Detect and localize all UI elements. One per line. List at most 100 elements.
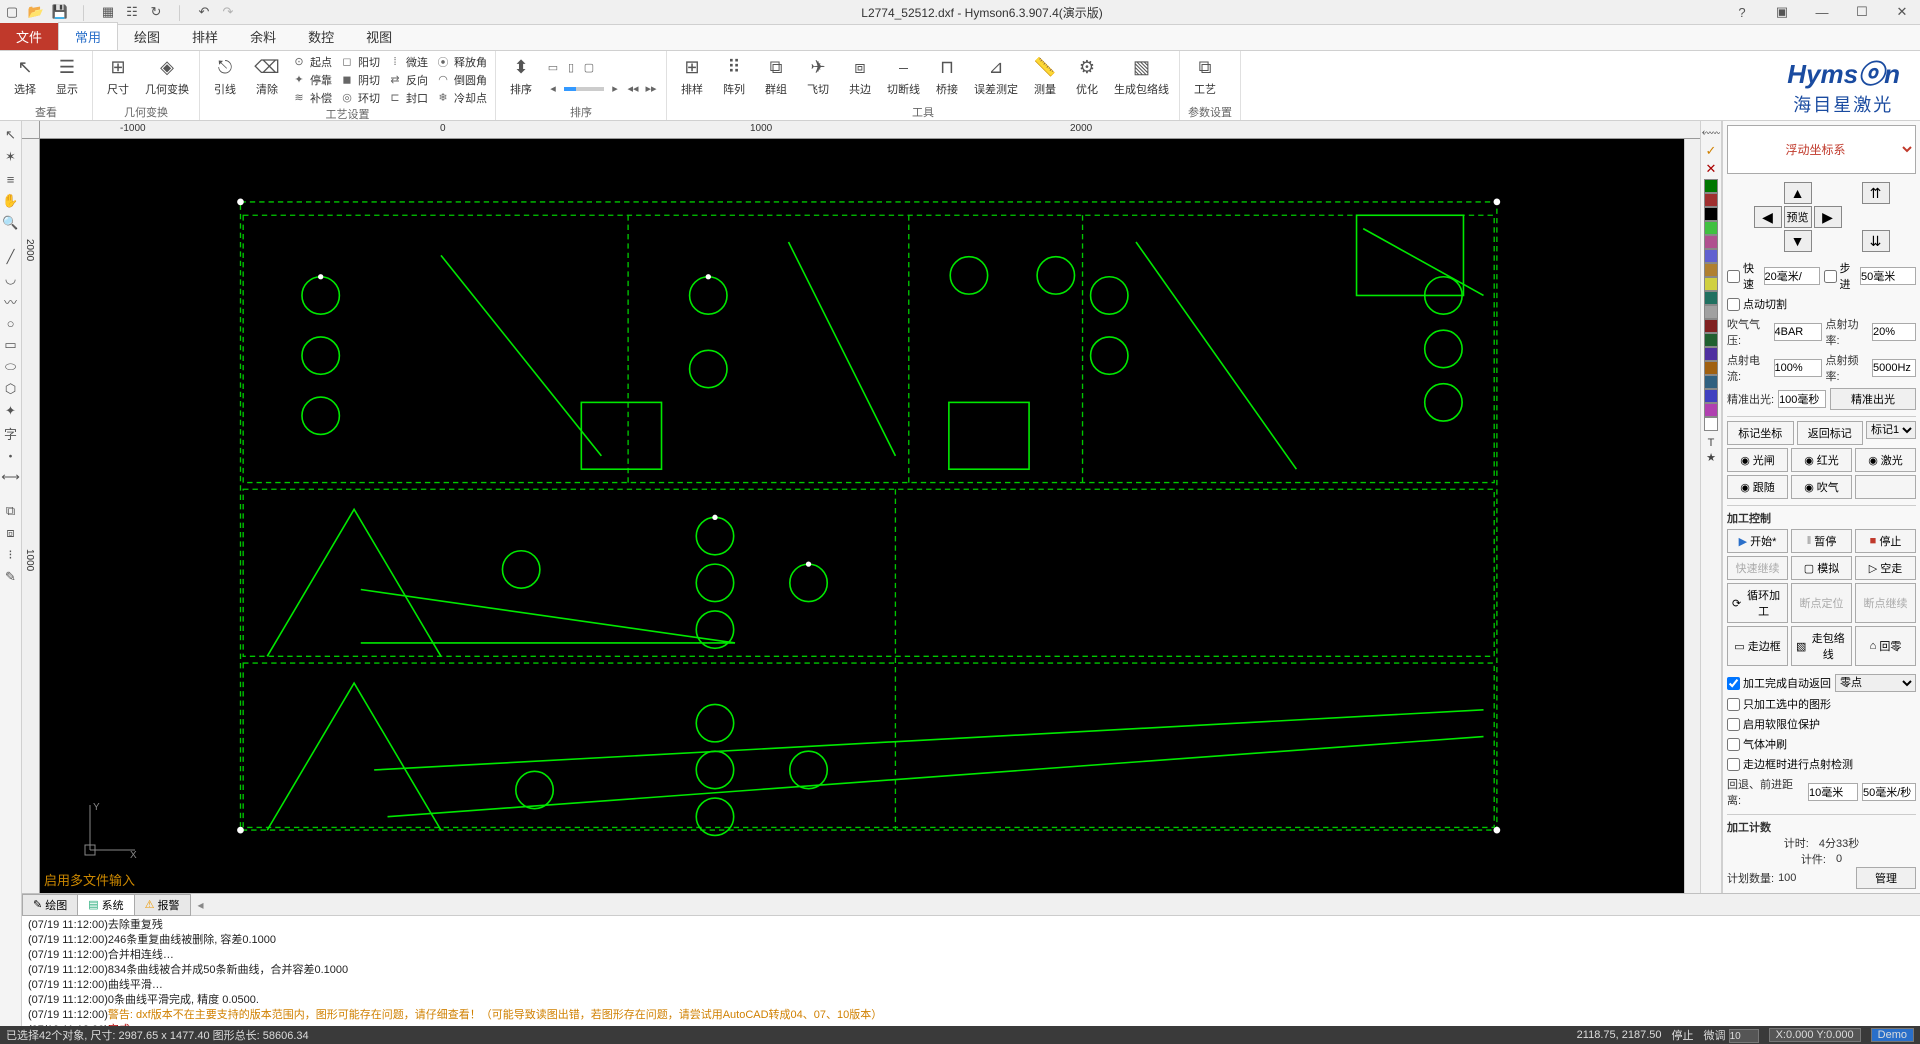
return-mark-button[interactable]: 返回标记 — [1797, 421, 1864, 445]
display-button[interactable]: ☰显示 — [50, 53, 84, 99]
sort-button[interactable]: ⬍排序 — [504, 53, 538, 99]
color-swatch[interactable] — [1704, 417, 1718, 431]
dotcurrent-input[interactable] — [1774, 359, 1822, 377]
drawing-canvas[interactable]: YX 启用多文件输入 — [40, 139, 1684, 893]
sim-button[interactable]: ▢模拟 — [1791, 556, 1852, 580]
tool-polyline-icon[interactable]: 〰 — [3, 293, 19, 309]
tab-common[interactable]: 常用 — [58, 22, 118, 50]
gas-flush-check[interactable]: 气体冲刷 — [1727, 736, 1916, 752]
jog-left-button[interactable]: ◀ — [1754, 206, 1782, 228]
tool-extra-icon[interactable]: ✎ — [3, 569, 19, 585]
shutter-button[interactable]: ◉光闸 — [1727, 448, 1788, 472]
grid-icon[interactable]: ▦ — [100, 4, 116, 20]
color-swatch[interactable] — [1704, 375, 1718, 389]
fast-check[interactable]: 快速 — [1727, 260, 1760, 292]
reverse-button[interactable]: ⇄反向 — [388, 71, 428, 88]
tool-line-icon[interactable]: ╱ — [3, 249, 19, 265]
laser-button[interactable]: ◉激光 — [1855, 448, 1916, 472]
craft-button[interactable]: ⧉工艺 — [1188, 53, 1222, 99]
color-swatch[interactable] — [1704, 263, 1718, 277]
help-icon[interactable]: ? — [1728, 2, 1756, 22]
cool-button[interactable]: ❄冷却点 — [436, 89, 487, 106]
tool-zoom-icon[interactable]: 🔍 — [3, 215, 19, 231]
startpoint-button[interactable]: ⊙起点 — [292, 53, 332, 70]
comp-button[interactable]: ≋补偿 — [292, 89, 332, 106]
follow-button[interactable]: ◉跟随 — [1727, 475, 1788, 499]
size-button[interactable]: ⊞尺寸 — [101, 53, 135, 99]
group-button[interactable]: ⧉群组 — [759, 53, 793, 99]
only-sel-check[interactable]: 只加工选中的图形 — [1727, 696, 1916, 712]
precise-input[interactable] — [1778, 390, 1826, 408]
blow-input[interactable] — [1774, 323, 1822, 341]
btab-draw[interactable]: ✎绘图 — [22, 894, 78, 916]
tool-dim-icon[interactable]: ⟷ — [3, 469, 19, 485]
meas2-button[interactable]: 📏测量 — [1028, 53, 1062, 99]
btab-alarm[interactable]: ⚠报警 — [134, 894, 191, 916]
yin-button[interactable]: ◼阴切 — [340, 71, 380, 88]
stop-button[interactable]: ■停止 — [1855, 529, 1916, 553]
dotfreq-input[interactable] — [1872, 359, 1916, 377]
tool-rect-icon[interactable]: ▭ — [3, 337, 19, 353]
tool-text-icon[interactable]: 字 — [3, 425, 19, 441]
tab-draw[interactable]: 绘图 — [118, 23, 176, 50]
restore-icon[interactable]: ▣ — [1768, 2, 1796, 22]
tab-nc[interactable]: 数控 — [292, 23, 350, 50]
bpcont-button[interactable]: 断点继续 — [1855, 583, 1916, 623]
close-icon[interactable]: ✕ — [1888, 2, 1916, 22]
dotcut-check[interactable]: 点动切割 — [1727, 296, 1787, 312]
color-swatch[interactable] — [1704, 179, 1718, 193]
color-swatch[interactable] — [1704, 193, 1718, 207]
fine-adjust-input[interactable] — [1729, 1029, 1759, 1043]
frame-dot-check[interactable]: 走边框时进行点射检测 — [1727, 756, 1916, 772]
opt-button[interactable]: ⚙优化 — [1070, 53, 1104, 99]
jog-up-button[interactable]: ▲ — [1784, 182, 1812, 204]
jog-down-button[interactable]: ▼ — [1784, 230, 1812, 252]
color-swatch[interactable] — [1704, 403, 1718, 417]
color-swatch[interactable] — [1704, 277, 1718, 291]
cutbreak-button[interactable]: ⎯切断线 — [885, 53, 922, 99]
clear-button[interactable]: ⌫清除 — [250, 53, 284, 99]
tool-circle-icon[interactable]: ○ — [3, 315, 19, 331]
z-up-button[interactable]: ⇈ — [1862, 182, 1890, 204]
color-swatch[interactable] — [1704, 389, 1718, 403]
sort-opt1[interactable]: ▭▯▢ — [546, 59, 658, 76]
color-swatch[interactable] — [1704, 319, 1718, 333]
minimize-icon[interactable]: — — [1808, 2, 1836, 22]
color-swatch[interactable] — [1704, 333, 1718, 347]
new-icon[interactable]: ▢ — [4, 4, 20, 20]
stop-button[interactable]: ✦停靠 — [292, 71, 332, 88]
start-button[interactable]: ▶开始* — [1727, 529, 1788, 553]
walk-contour-button[interactable]: ▧走包络线 — [1791, 626, 1852, 666]
scrollbar-vertical[interactable] — [1684, 139, 1700, 893]
redlight-button[interactable]: ◉红光 — [1791, 448, 1852, 472]
auto-return-check[interactable]: 加工完成自动返回 — [1727, 675, 1831, 691]
seal-button[interactable]: ⊏封口 — [388, 89, 428, 106]
tool-pan-icon[interactable]: ✋ — [3, 193, 19, 209]
fastcont-button[interactable]: 快速继续 — [1727, 556, 1788, 580]
pause-button[interactable]: ‖暂停 — [1791, 529, 1852, 553]
bridge-button[interactable]: ⊓桥接 — [930, 53, 964, 99]
ring-button[interactable]: ◎环切 — [340, 89, 380, 106]
release-button[interactable]: ⦿释放角 — [436, 53, 487, 70]
color-swatch[interactable] — [1704, 361, 1718, 375]
frame-button[interactable]: ▭走边框 — [1727, 626, 1788, 666]
contour-button[interactable]: ▧生成包络线 — [1112, 53, 1171, 99]
select-button[interactable]: ↖选择 — [8, 53, 42, 99]
dry-button[interactable]: ▷空走 — [1855, 556, 1916, 580]
loop-button[interactable]: ⟳循环加工 — [1727, 583, 1788, 623]
color-swatch[interactable] — [1704, 291, 1718, 305]
bploc-button[interactable]: 断点定位 — [1791, 583, 1852, 623]
blow-button[interactable]: ◉吹气 — [1791, 475, 1852, 499]
chamfer-button[interactable]: ◠倒圆角 — [436, 71, 487, 88]
undo-icon[interactable]: ↶ — [196, 4, 212, 20]
retreat-dist-input[interactable] — [1808, 783, 1858, 801]
manage-button[interactable]: 管理 — [1856, 867, 1916, 889]
color-swatch[interactable] — [1704, 347, 1718, 361]
return-point-select[interactable]: 零点 — [1835, 674, 1916, 692]
array-button[interactable]: ⠿阵列 — [717, 53, 751, 99]
home-button[interactable]: ⌂回零 — [1855, 626, 1916, 666]
log-scroll-left-icon[interactable]: ◂ — [198, 898, 204, 912]
tool-ellipse-icon[interactable]: ⬭ — [3, 359, 19, 375]
redo-icon[interactable]: ↷ — [220, 4, 236, 20]
soft-limit-check[interactable]: 启用软限位保护 — [1727, 716, 1916, 732]
